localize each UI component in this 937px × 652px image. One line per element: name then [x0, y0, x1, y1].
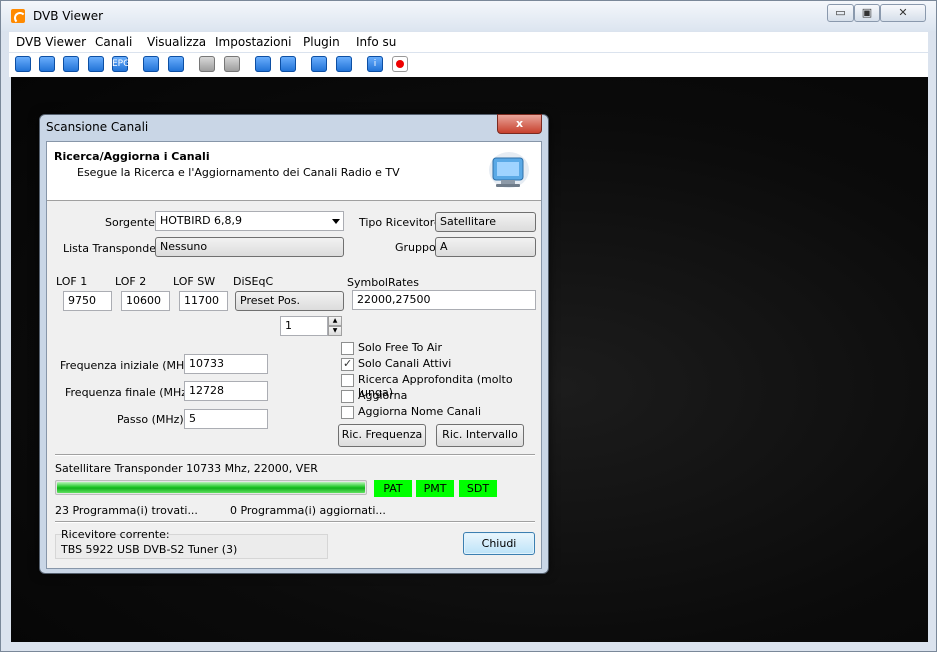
chiudi-button[interactable]: Chiudi	[463, 532, 535, 555]
audio-next-icon[interactable]	[224, 56, 240, 72]
window-title: DVB Viewer	[33, 9, 104, 23]
gruppo-select[interactable]: A	[435, 237, 536, 257]
found-count: 23 Programma(i) trovati...	[55, 504, 198, 517]
playlist-icon[interactable]	[311, 56, 327, 72]
badge-sdt: SDT	[459, 480, 497, 497]
checkbox-aggiorna-nome-canali-label: Aggiorna Nome Canali	[358, 405, 481, 418]
checkbox-aggiorna[interactable]	[341, 390, 354, 403]
lofsw-field[interactable]: 11700	[179, 291, 228, 311]
symbolrates-label: SymbolRates	[347, 276, 419, 289]
dialog-close-button[interactable]: x	[497, 114, 542, 134]
title-bar[interactable]: DVB Viewer ▭ ▣ ✕	[1, 1, 936, 31]
dialog-body: Ricerca/Aggiorna i Canali Esegue la Rice…	[46, 141, 542, 569]
menu-visualizza[interactable]: Visualizza	[147, 35, 206, 49]
sorgente-label: Sorgente	[105, 216, 155, 229]
chevron-down-icon	[332, 219, 340, 224]
updated-count: 0 Programma(i) aggiornati...	[230, 504, 386, 517]
menu-bar: DVB Viewer Canali Visualizza Impostazion…	[9, 32, 928, 52]
freq-end-field[interactable]: 12728	[184, 381, 268, 401]
lof1-field[interactable]: 9750	[63, 291, 112, 311]
lofsw-label: LOF SW	[173, 275, 216, 288]
toolbar: EPG i	[9, 53, 928, 77]
progress-fill	[57, 482, 365, 493]
receiver-value: TBS 5922 USB DVB-S2 Tuner (3)	[61, 543, 238, 556]
spin-down-button[interactable]: ▼	[328, 326, 342, 336]
tipo-ricevitore-value: Satellitare	[440, 215, 497, 228]
divider	[55, 454, 535, 456]
picture-icon[interactable]	[63, 56, 79, 72]
back-icon[interactable]	[255, 56, 271, 72]
menu-dvb-viewer[interactable]: DVB Viewer	[16, 35, 86, 49]
menu-impostazioni[interactable]: Impostazioni	[215, 35, 291, 49]
step-label: Passo (MHz)	[117, 413, 184, 426]
header-title: Ricerca/Aggiorna i Canali	[54, 150, 210, 163]
step-field[interactable]: 5	[184, 409, 268, 429]
checkbox-ricerca-approfondita[interactable]	[341, 374, 354, 387]
channel-next-icon[interactable]	[168, 56, 184, 72]
menu-plugin[interactable]: Plugin	[303, 35, 340, 49]
menu-canali[interactable]: Canali	[95, 35, 132, 49]
sorgente-select[interactable]: HOTBIRD 6,8,9	[155, 211, 344, 231]
app-icon	[11, 9, 26, 24]
checkbox-free-to-air[interactable]	[341, 342, 354, 355]
epg-icon[interactable]: EPG	[112, 56, 131, 72]
diseqc-select[interactable]: Preset Pos.	[235, 291, 344, 311]
info-label: i	[373, 59, 377, 69]
monitor-icon	[489, 152, 529, 188]
dialog-title: Scansione Canali	[46, 120, 149, 134]
freq-start-label: Frequenza iniziale (MHz)	[60, 359, 195, 372]
checkbox-free-to-air-label: Solo Free To Air	[358, 341, 443, 354]
checkbox-solo-canali-attivi-label: Solo Canali Attivi	[358, 357, 452, 370]
checkbox-aggiorna-label: Aggiorna	[358, 389, 408, 402]
status-text: Satellitare Transponder 10733 Mhz, 22000…	[55, 462, 318, 475]
status-strip	[11, 642, 928, 651]
checkbox-solo-canali-attivi[interactable]	[341, 357, 354, 371]
checkbox-aggiorna-nome-canali[interactable]	[341, 406, 354, 419]
freq-end-label-text: Frequenza finale (MHz)	[65, 386, 192, 399]
epg-label: EPG	[112, 59, 131, 69]
ric-intervallo-button[interactable]: Ric. Intervallo	[436, 424, 524, 447]
diseqc-value: Preset Pos.	[240, 294, 300, 307]
tipo-ricevitore-label: Tipo Ricevitore	[359, 216, 441, 229]
forward-icon[interactable]	[280, 56, 296, 72]
close-window-button[interactable]: ✕	[880, 4, 926, 22]
tipo-ricevitore-select[interactable]: Satellitare	[435, 212, 536, 232]
gruppo-label: Gruppo	[395, 241, 436, 254]
channel-prev-icon[interactable]	[143, 56, 159, 72]
fullscreen-icon[interactable]	[39, 56, 55, 72]
menu-info[interactable]: Info su	[356, 35, 396, 49]
freq-start-field[interactable]: 10733	[184, 354, 268, 374]
lof2-label: LOF 2	[115, 275, 147, 288]
lista-transponder-value: Nessuno	[160, 240, 208, 253]
info-icon[interactable]: i	[367, 56, 383, 72]
record-icon[interactable]	[392, 56, 408, 72]
dialog-header: Ricerca/Aggiorna i Canali Esegue la Rice…	[47, 142, 541, 201]
sorgente-value: HOTBIRD 6,8,9	[160, 214, 243, 227]
symbolrates-field[interactable]: 22000,27500	[352, 290, 536, 310]
receiver-label: Ricevitore corrente:	[61, 528, 170, 541]
lof1-label: LOF 1	[56, 275, 88, 288]
badge-pat: PAT	[374, 480, 412, 497]
lof2-field[interactable]: 10600	[121, 291, 170, 311]
lista-transponder-label: Lista Transponder	[63, 242, 161, 255]
diseqc-position-field[interactable]: 1	[280, 316, 328, 336]
lista-transponder-select[interactable]: Nessuno	[155, 237, 344, 257]
diseqc-label: DiSEqC	[233, 275, 274, 288]
maximize-button[interactable]: ▣	[854, 4, 880, 22]
badge-pmt: PMT	[416, 480, 454, 497]
header-subtitle: Esegue la Ricerca e l'Aggiornamento dei …	[77, 166, 400, 179]
minimize-button[interactable]: ▭	[827, 4, 854, 22]
ric-frequenza-button[interactable]: Ric. Frequenza	[338, 424, 426, 447]
list-icon[interactable]	[88, 56, 104, 72]
settings-icon[interactable]	[336, 56, 352, 72]
window-icon[interactable]	[15, 56, 31, 72]
audio-prev-icon[interactable]	[199, 56, 215, 72]
scan-progress-bar	[55, 480, 367, 495]
divider	[55, 521, 535, 523]
spin-up-button[interactable]: ▲	[328, 316, 342, 326]
scan-channels-dialog: Scansione Canali x Ricerca/Aggiorna i Ca…	[39, 114, 549, 574]
gruppo-value: A	[440, 240, 448, 253]
